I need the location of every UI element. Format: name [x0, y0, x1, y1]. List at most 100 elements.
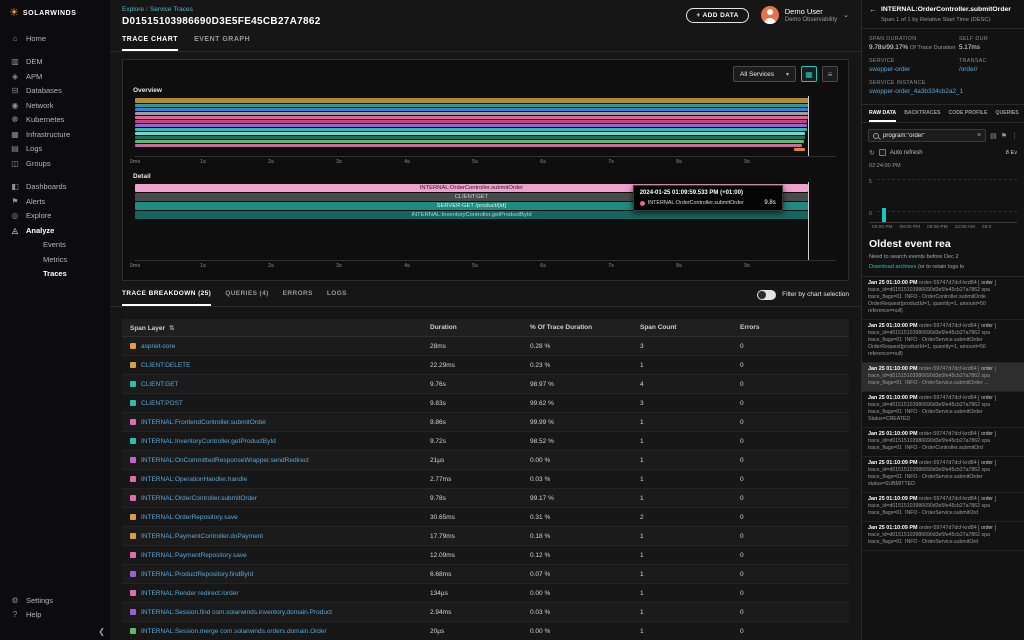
add-data-button[interactable]: + ADD DATA	[686, 8, 748, 23]
log-entry[interactable]: Jan 25 01:10:09 PM order-59747d7dcf-krd8…	[862, 493, 1024, 522]
service-instance-link[interactable]: swopper-order_4a3b334cb2a2_1	[869, 88, 1017, 95]
table-row[interactable]: INTERNAL:PaymentRepository.save 12.09ms …	[122, 546, 849, 565]
table-row[interactable]: INTERNAL:Session.merge com.solarwinds.or…	[122, 622, 849, 640]
breakdown-tab[interactable]: QUERIES (4)	[225, 283, 268, 306]
sidebar-item[interactable]: ▥ DEM	[0, 55, 110, 70]
breadcrumb-current-link[interactable]: Service Traces	[150, 6, 193, 13]
span-layer-link[interactable]: INTERNAL:Session.find com.solarwinds.inv…	[141, 609, 332, 616]
table-row[interactable]: INTERNAL:OnCommittedResponseWrapper.send…	[122, 451, 849, 470]
column-pct[interactable]: % Of Trace Duration	[530, 324, 640, 331]
table-row[interactable]: INTERNAL:InventoryController.getProductB…	[122, 432, 849, 451]
sidebar-item[interactable]: ▦ Infrastructure	[0, 127, 110, 142]
sidebar-item[interactable]: Events	[0, 238, 110, 253]
overview-span-bar[interactable]	[794, 148, 805, 151]
sidebar-item[interactable]: ⌂ Home	[0, 31, 110, 46]
breakdown-tab[interactable]: TRACE BREAKDOWN (25)	[122, 283, 211, 306]
span-layer-link[interactable]: aspnet-core	[141, 343, 175, 350]
selection-line[interactable]	[808, 96, 809, 156]
sidebar-item[interactable]: ◬ Analyze	[0, 223, 110, 238]
span-layer-link[interactable]: INTERNAL:FrontendController.submitOrder	[141, 419, 266, 426]
log-entry[interactable]: Jan 25 01:10:09 PM order-59747d7dcf-krd8…	[862, 522, 1024, 551]
span-layer-link[interactable]: INTERNAL:InventoryController.getProductB…	[141, 438, 276, 445]
span-layer-link[interactable]: INTERNAL:OperationHandler.handle	[141, 476, 247, 483]
overview-span-bar[interactable]	[135, 120, 807, 123]
column-errors[interactable]: Errors	[740, 324, 841, 331]
selection-line[interactable]	[808, 182, 809, 260]
column-span-layer[interactable]: Span Layer⇅	[130, 324, 430, 332]
solarwinds-logo[interactable]: ☀ SOLARWINDS	[0, 8, 110, 31]
overview-span-bar[interactable]	[135, 98, 809, 103]
events-histogram[interactable]: 5 0	[869, 171, 1017, 223]
columns-icon[interactable]: ▤	[990, 132, 997, 140]
list-view-toggle-button[interactable]: ≡	[822, 66, 838, 82]
sidebar-item[interactable]: Metrics	[0, 252, 110, 267]
span-detail-tab[interactable]: CODE PROFILE	[949, 110, 988, 122]
bookmark-icon[interactable]: ⚑	[1001, 132, 1007, 140]
sidebar-item[interactable]: Traces	[0, 267, 110, 282]
main-tab[interactable]: TRACE CHART	[122, 36, 178, 51]
column-span-count[interactable]: Span Count	[640, 324, 740, 331]
span-layer-link[interactable]: CLIENT:POST	[141, 400, 183, 407]
overview-span-bar[interactable]	[135, 144, 802, 147]
log-entry[interactable]: Jan 25 01:10:09 PM order-59747d7dcf-krd8…	[862, 457, 1024, 493]
sort-icon[interactable]: ⇅	[169, 325, 174, 332]
table-row[interactable]: CLIENT:DELETE 22.29ms 0.23 % 1 0	[122, 356, 849, 375]
download-archives-link[interactable]: Download archives	[869, 264, 916, 270]
log-search-input[interactable]: program:"order" ×	[868, 129, 986, 142]
breakdown-tab[interactable]: LOGS	[327, 283, 347, 306]
sidebar-item[interactable]: ⊟ Databases	[0, 84, 110, 99]
chart-view-toggle-button[interactable]: ▦	[801, 66, 817, 82]
table-row[interactable]: INTERNAL:PaymentController.doPayment 17.…	[122, 527, 849, 546]
span-layer-link[interactable]: INTERNAL:OrderController.submitOrder	[141, 495, 257, 502]
main-tab[interactable]: EVENT GRAPH	[194, 36, 250, 51]
column-duration[interactable]: Duration	[430, 324, 530, 331]
user-menu[interactable]: Demo User Demo Observability ⌄	[761, 6, 849, 24]
sidebar-item[interactable]: ⚙ Settings	[0, 593, 110, 608]
breakdown-tab[interactable]: ERRORS	[283, 283, 313, 306]
sidebar-item[interactable]: ? Help	[0, 608, 110, 623]
refresh-icon[interactable]: ↻	[869, 149, 875, 157]
overview-span-bar[interactable]	[135, 112, 808, 115]
service-link[interactable]: swopper-order	[869, 66, 959, 73]
table-row[interactable]: INTERNAL:ProductRepository.findById 6.68…	[122, 565, 849, 584]
log-entry[interactable]: Jan 25 01:10:00 PM order-59747d7dcf-krd8…	[862, 363, 1024, 392]
log-entry[interactable]: Jan 25 01:10:00 PM order-59747d7dcf-krd8…	[862, 277, 1024, 320]
span-layer-link[interactable]: CLIENT:DELETE	[141, 362, 191, 369]
span-layer-link[interactable]: CLIENT:GET	[141, 381, 179, 388]
sidebar-collapse-button[interactable]: ❮	[98, 627, 105, 636]
table-row[interactable]: INTERNAL:Render redirect:/order 134µs 0.…	[122, 584, 849, 603]
span-layer-link[interactable]: INTERNAL:PaymentController.doPayment	[141, 533, 263, 540]
auto-refresh-checkbox[interactable]	[879, 149, 886, 156]
overview-span-bar[interactable]	[135, 124, 807, 127]
detail-chart[interactable]: INTERNAL:OrderController.submitOrder CLI…	[135, 184, 836, 258]
table-row[interactable]: INTERNAL:Session.find com.solarwinds.inv…	[122, 603, 849, 622]
span-layer-link[interactable]: INTERNAL:OrderRepository.save	[141, 514, 238, 521]
log-entry[interactable]: Jan 25 01:10:00 PM order-59747d7dcf-krd8…	[862, 428, 1024, 457]
span-layer-link[interactable]: INTERNAL:Session.merge com.solarwinds.or…	[141, 628, 327, 635]
span-layer-link[interactable]: INTERNAL:ProductRepository.findById	[141, 571, 253, 578]
filter-toggle[interactable]	[757, 290, 776, 300]
breadcrumb-explore-link[interactable]: Explore	[122, 6, 144, 13]
span-detail-tab[interactable]: QUERIES	[995, 110, 1018, 122]
table-row[interactable]: INTERNAL:OrderRepository.save 30.65ms 0.…	[122, 508, 849, 527]
sidebar-item[interactable]: ⚑ Alerts	[0, 194, 110, 209]
table-row[interactable]: INTERNAL:OrderController.submitOrder 9.7…	[122, 489, 849, 508]
overview-span-bar[interactable]	[135, 104, 809, 107]
services-filter-select[interactable]: All Services ▾	[733, 66, 796, 82]
sidebar-item[interactable]: ◫ Groups	[0, 156, 110, 171]
sidebar-item[interactable]: ▤ Logs	[0, 142, 110, 157]
sidebar-item[interactable]: ☸ Kubernetes	[0, 113, 110, 128]
log-entry[interactable]: Jan 25 01:10:00 PM order-59747d7dcf-krd8…	[862, 320, 1024, 363]
overview-chart[interactable]	[135, 98, 836, 154]
event-count-bar[interactable]	[882, 208, 886, 222]
sidebar-item[interactable]: ◎ Explore	[0, 209, 110, 224]
span-layer-link[interactable]: INTERNAL:Render redirect:/order	[141, 590, 239, 597]
log-entry[interactable]: Jan 25 01:10:00 PM order-59747d7dcf-krd8…	[862, 392, 1024, 428]
kebab-menu-icon[interactable]: ⋮	[1011, 132, 1018, 140]
detail-span-bar[interactable]: INTERNAL:InventoryController.getProductB…	[135, 211, 808, 219]
table-row[interactable]: INTERNAL:FrontendController.submitOrder …	[122, 413, 849, 432]
span-layer-link[interactable]: INTERNAL:PaymentRepository.save	[141, 552, 247, 559]
transaction-link[interactable]: /order/	[959, 66, 1017, 73]
span-detail-tab[interactable]: RAW DATA	[869, 110, 896, 122]
overview-span-bar[interactable]	[135, 140, 804, 143]
